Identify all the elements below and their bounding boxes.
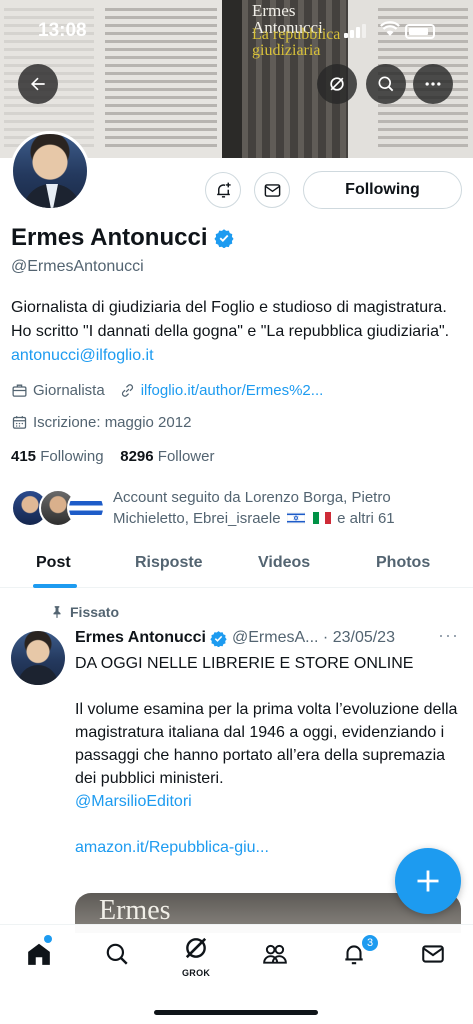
tweet-more-button[interactable]: ··· [438,625,459,646]
tweet-header: Ermes Antonucci @ErmesA... · 23/05/23 ··… [75,625,465,647]
home-indicator [154,1010,318,1015]
link-icon [121,384,133,397]
nav-grok[interactable] [181,933,211,963]
joined-date: Iscrizione: maggio 2012 [33,414,192,431]
profile-name-row: Ermes Antonucci [11,224,234,252]
active-tab-indicator [33,584,77,588]
plus-icon [417,870,439,892]
nav-communities[interactable] [260,939,290,969]
tweet-line: Il volume esamina per la prima volta l’e… [75,701,458,787]
envelope-icon [264,183,280,197]
search-icon [106,943,128,965]
bio-text: Giornalista di giudiziaria del Foglio e … [11,299,450,340]
bottom-navigation: GROK 3 [0,924,473,1024]
bio-email-link[interactable]: antonucci@ilfoglio.it [11,347,154,364]
profile-meta-row: Giornalista ilfoglio.it/author/Ermes%2..… [11,382,323,399]
tweet-line: DA OGGI NELLE LIBRERIE E STORE ONLINE [75,655,414,672]
home-new-indicator [44,935,52,943]
verified-badge-icon [210,630,227,647]
followers-count-link[interactable]: 8296 Follower [120,448,214,465]
briefcase-icon [12,384,27,397]
media-text: Ermes [99,895,171,926]
nav-messages[interactable] [418,939,448,969]
nav-search[interactable] [102,939,132,969]
wifi-icon [380,21,400,42]
tab-photos[interactable]: Photos [376,554,430,572]
profile-handle: @ErmesAntonucci [11,258,144,275]
profile-tabs: Post Risposte Videos Photos [0,542,473,588]
tweet-author-name[interactable]: Ermes Antonucci [75,629,206,647]
grok-button[interactable] [317,64,357,104]
tweet-line [75,813,460,836]
followed-by-preview[interactable]: Account seguito da Lorenzo Borga, Pietro… [11,487,461,531]
envelope-icon [422,945,444,963]
status-time: 13:08 [38,20,87,41]
profession-label: Giornalista [33,382,105,399]
pin-icon [53,606,61,618]
tweet-handle-date: @ErmesA... · 23/05/23 [232,629,395,646]
tab-risposte[interactable]: Risposte [135,554,203,572]
tweet-mention-link[interactable]: @MarsilioEditori [75,790,460,813]
search-button[interactable] [366,64,406,104]
following-button[interactable]: Following [303,171,462,209]
pinned-label: Fissato [50,604,119,620]
joined-row: Iscrizione: maggio 2012 [11,414,191,431]
tweet-line [75,675,460,698]
more-icon [425,82,441,86]
followed-by-text: Account seguito da Lorenzo Borga, Pietro… [113,489,395,527]
website-link[interactable]: ilfoglio.it/author/Ermes%2... [141,382,324,399]
tab-videos[interactable]: Videos [258,554,310,572]
profile-name: Ermes Antonucci [11,224,208,251]
italy-flag-icon [312,512,331,524]
profile-avatar[interactable] [10,131,90,211]
home-icon [28,943,50,965]
back-button[interactable] [18,64,58,104]
tweet-author-avatar[interactable] [11,631,65,685]
nav-home[interactable] [24,939,54,969]
grok-icon [330,77,344,91]
message-button[interactable] [254,172,290,208]
battery-icon [405,24,435,39]
avatar [67,489,105,527]
tweet-url-link[interactable]: amazon.it/Repubblica-giu... [75,836,460,859]
search-icon [378,76,394,92]
compose-post-button[interactable] [395,848,461,914]
notifications-subscribe-button[interactable] [205,172,241,208]
status-bar: 13:08 [0,0,473,60]
following-count-link[interactable]: 415 Following [11,448,104,465]
people-icon [263,944,287,964]
tweet-text[interactable]: DA OGGI NELLE LIBRERIE E STORE ONLINE Il… [75,652,460,859]
profile-bio: Giornalista di giudiziaria del Foglio e … [11,296,461,368]
follow-counts: 415 Following 8296 Follower [11,448,214,465]
verified-badge-icon[interactable] [213,228,234,248]
tab-post[interactable]: Post [36,554,71,572]
back-arrow-icon [31,77,45,91]
grok-label: GROK [182,968,211,978]
grok-icon [185,937,207,959]
israel-flag-icon [286,512,305,524]
calendar-icon [12,416,27,429]
bell-plus-icon [216,182,231,198]
cellular-signal-icon [344,24,370,38]
notifications-badge: 3 [361,934,379,952]
more-options-button[interactable] [413,64,453,104]
